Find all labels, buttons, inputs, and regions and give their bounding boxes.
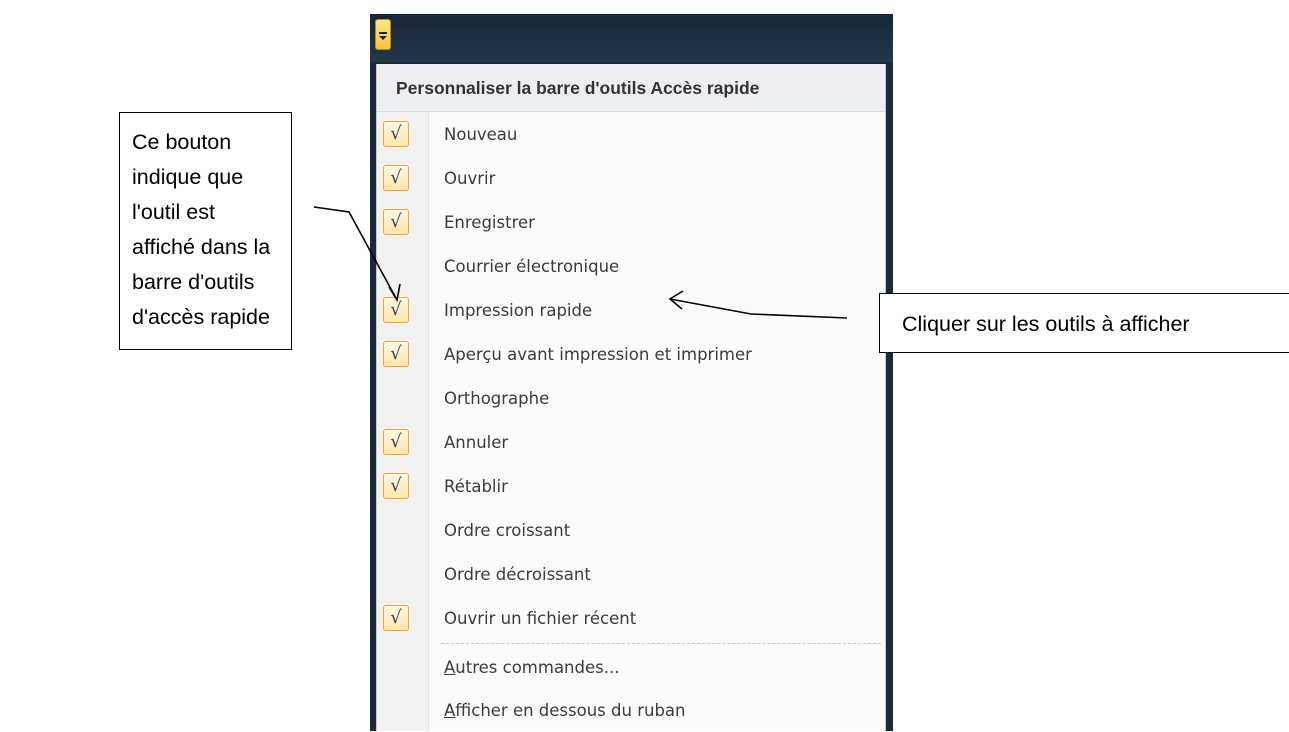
menu-item[interactable]: √ Ouvrir — [377, 158, 885, 200]
checkmark-icon: √ — [383, 473, 409, 499]
quick-access-toolbar — [370, 14, 893, 62]
menu-item[interactable]: Ordre décroissant — [377, 554, 885, 596]
checkmark-icon: √ — [383, 165, 409, 191]
show-below-ribbon-label: Afficher en dessous du ruban — [444, 690, 685, 732]
menu-item-label: Ordre croissant — [444, 521, 571, 540]
callout-click-tools: Cliquer sur les outils à afficher — [879, 293, 1289, 353]
checkmark-icon: √ — [383, 297, 409, 323]
menu-item-label: Aperçu avant impression et imprimer — [444, 345, 752, 364]
customize-qat-dropdown-icon[interactable] — [375, 19, 391, 50]
menu-item-label: Nouveau — [444, 125, 518, 144]
more-commands-text: utres commandes... — [455, 658, 620, 677]
checkmark-icon: √ — [383, 209, 409, 235]
menu-item-label: Rétablir — [444, 477, 508, 496]
menu-item[interactable]: √ Enregistrer — [377, 202, 885, 244]
mnemonic-a: A — [444, 701, 456, 720]
more-commands-label: Autres commandes... — [444, 647, 619, 689]
menu-item-label: Ouvrir un fichier récent — [444, 609, 637, 628]
menu-item[interactable]: √ Aperçu avant impression et imprimer — [377, 334, 885, 376]
menu-title: Personnaliser la barre d'outils Accès ra… — [377, 64, 885, 112]
menu-item[interactable]: Orthographe — [377, 378, 885, 420]
show-below-ribbon-item[interactable]: Afficher en dessous du ruban — [377, 690, 885, 732]
menu-separator — [441, 643, 881, 644]
menu-item[interactable]: √ Ouvrir un fichier récent — [377, 598, 885, 640]
menu-item[interactable]: √ Nouveau — [377, 114, 885, 156]
menu-item-label: Enregistrer — [444, 213, 535, 232]
menu-item[interactable]: √ Rétablir — [377, 466, 885, 508]
checkmark-icon: √ — [383, 429, 409, 455]
checkmark-icon: √ — [383, 341, 409, 367]
more-commands-item[interactable]: Autres commandes... — [377, 647, 885, 689]
menu-item-label: Orthographe — [444, 389, 550, 408]
customize-qat-menu: Personnaliser la barre d'outils Accès ra… — [376, 64, 886, 731]
checkmark-icon: √ — [383, 121, 409, 147]
dropdown-bar-glyph — [379, 32, 387, 34]
menu-item[interactable]: Courrier électronique — [377, 246, 885, 288]
mnemonic-a: A — [444, 658, 456, 677]
show-below-ribbon-text: fficher en dessous du ruban — [455, 701, 686, 720]
menu-item-label: Ouvrir — [444, 169, 496, 188]
menu-item-label: Annuler — [444, 433, 509, 452]
menu-item-label: Courrier électronique — [444, 257, 620, 276]
menu-item[interactable]: Ordre croissant — [377, 510, 885, 552]
menu-item-label: Ordre décroissant — [444, 565, 591, 584]
menu-item[interactable]: √ Impression rapide — [377, 290, 885, 332]
menu-item[interactable]: √ Annuler — [377, 422, 885, 464]
checkmark-icon: √ — [383, 605, 409, 631]
menu-item-label: Impression rapide — [444, 301, 593, 320]
callout-checkmark-explanation: Ce bouton indique que l'outil est affich… — [119, 112, 292, 350]
dropdown-arrow-glyph — [379, 36, 387, 40]
